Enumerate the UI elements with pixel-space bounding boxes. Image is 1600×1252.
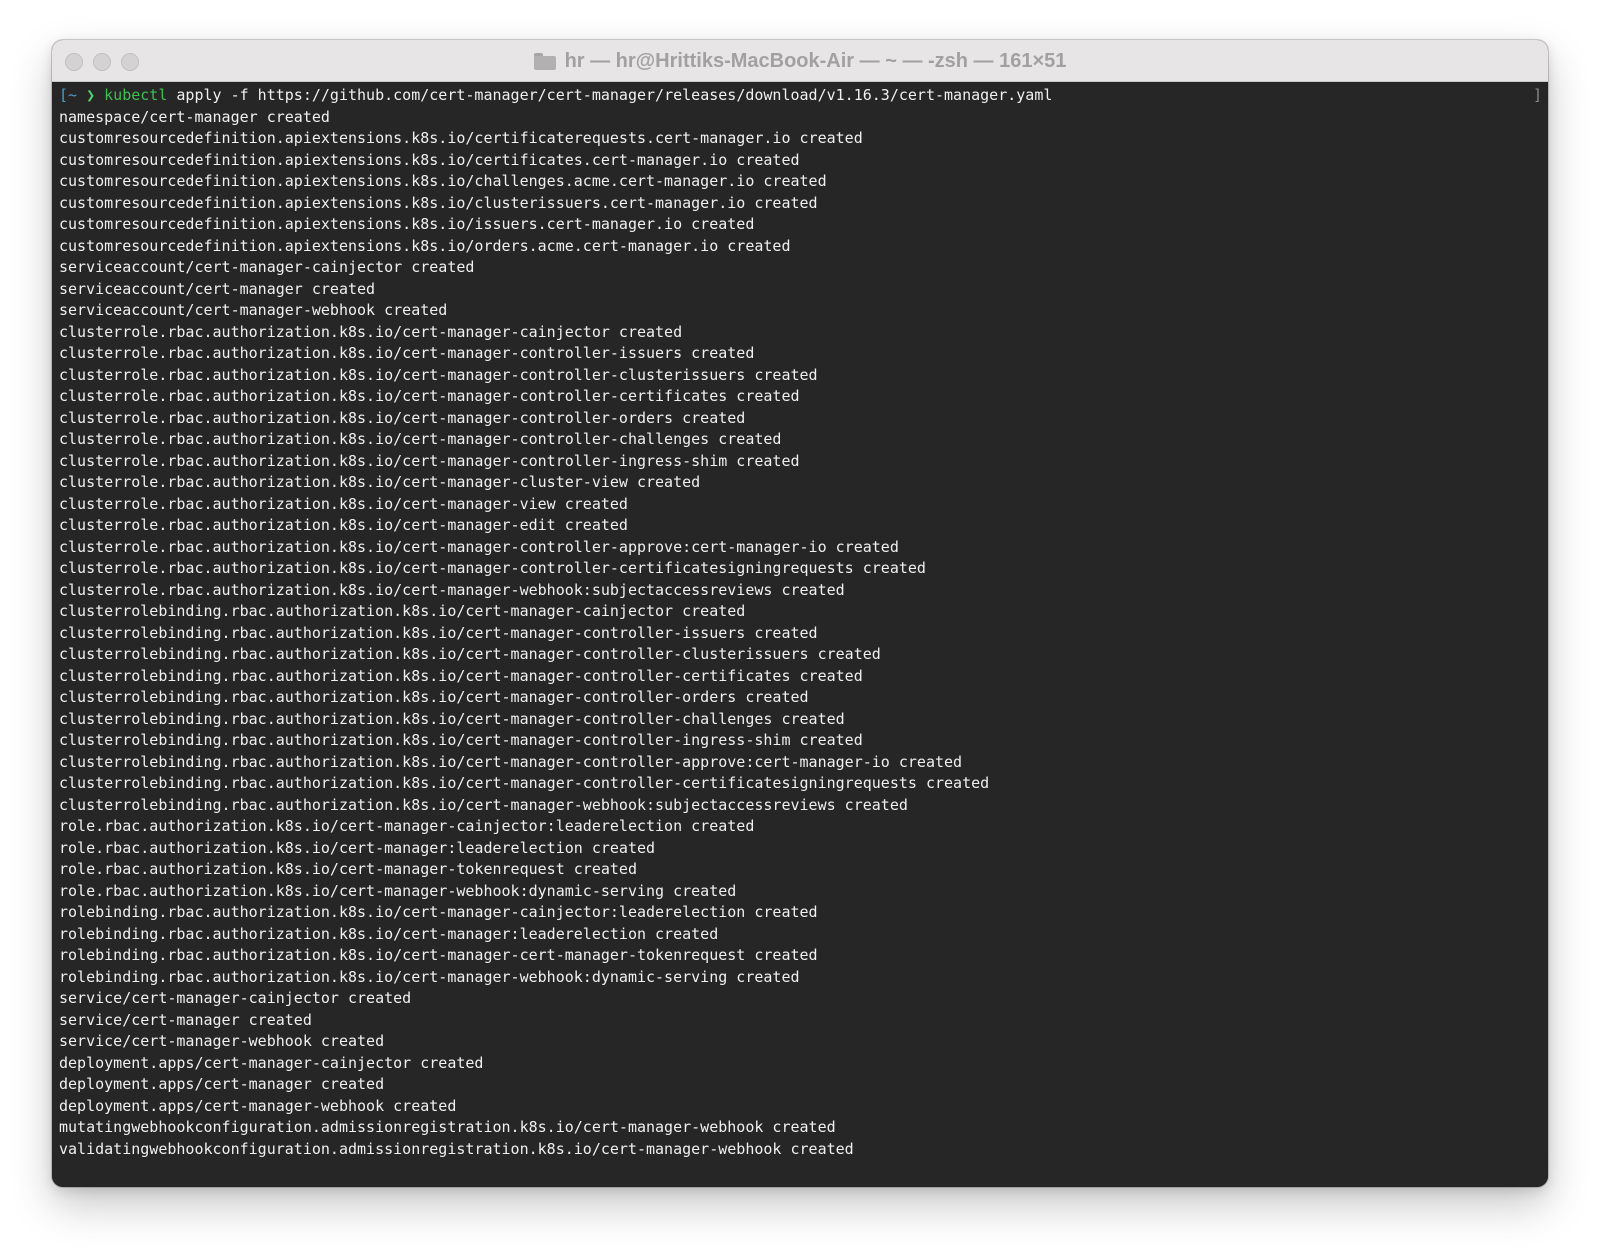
output-line: customresourcedefinition.apiextensions.k… [59,150,800,169]
output-line: deployment.apps/cert-manager-webhook cre… [59,1096,457,1115]
output-line: clusterrole.rbac.authorization.k8s.io/ce… [59,580,845,599]
output-line: role.rbac.authorization.k8s.io/cert-mana… [59,860,637,878]
output-line: clusterrole.rbac.authorization.k8s.io/ce… [59,344,755,362]
output-line: clusterrolebinding.rbac.authorization.k8… [59,688,809,706]
command-prompt-line: [~ ❯ kubectl apply -f https://github.com… [59,85,1548,107]
output-line: service/cert-manager-cainjector created [59,989,412,1007]
output-line: customresourcedefinition.apiextensions.k… [59,129,863,147]
output-line: clusterrolebinding.rbac.authorization.k8… [59,602,746,620]
output-line: clusterrole.rbac.authorization.k8s.io/ce… [59,430,782,448]
output-line: customresourcedefinition.apiextensions.k… [59,172,827,190]
output-line: clusterrolebinding.rbac.authorization.k8… [59,774,990,792]
output-line: clusterrolebinding.rbac.authorization.k8… [59,623,818,642]
terminal-output-area[interactable]: [~ ❯ kubectl apply -f https://github.com… [52,82,1548,1187]
command-output: namespace/cert-manager created customreso… [59,107,1548,1161]
command-args: apply -f https://github.com/cert-manager… [176,86,1053,104]
output-line: role.rbac.authorization.k8s.io/cert-mana… [59,881,737,900]
folder-icon [533,52,556,70]
output-line: clusterrole.rbac.authorization.k8s.io/ce… [59,408,746,427]
output-line: role.rbac.authorization.k8s.io/cert-mana… [59,817,755,835]
output-line: clusterrolebinding.rbac.authorization.k8… [59,752,963,771]
prompt-open-bracket: [ [59,86,69,104]
prompt-symbol: ❯ [86,86,96,104]
output-line: clusterrole.rbac.authorization.k8s.io/ce… [59,387,800,405]
output-line: role.rbac.authorization.k8s.io/cert-mana… [59,838,656,857]
output-line: service/cert-manager created [59,1010,312,1029]
output-line: clusterrole.rbac.authorization.k8s.io/ce… [59,365,818,384]
prompt-close-bracket: ] [1532,86,1542,104]
output-line: clusterrole.rbac.authorization.k8s.io/ce… [59,322,683,341]
output-line: serviceaccount/cert-manager-webhook crea… [59,301,448,319]
output-line: customresourcedefinition.apiextensions.k… [59,215,755,233]
output-line: clusterrolebinding.rbac.authorization.k8… [59,666,863,685]
title-bar[interactable]: hr — hr@Hrittiks-MacBook-Air — ~ — -zsh … [52,40,1548,82]
prompt-directory: ~ [68,86,78,104]
window-title-area: hr — hr@Hrittiks-MacBook-Air — ~ — -zsh … [52,40,1548,82]
output-line: deployment.apps/cert-manager-cainjector … [59,1053,484,1072]
terminal-window: hr — hr@Hrittiks-MacBook-Air — ~ — -zsh … [52,40,1548,1187]
output-line: rolebinding.rbac.authorization.k8s.io/ce… [59,924,719,943]
command-name: kubectl [104,86,168,104]
window-title: hr — hr@Hrittiks-MacBook-Air — ~ — -zsh … [564,49,1067,72]
output-line: serviceaccount/cert-manager created [59,279,376,298]
output-line: clusterrole.rbac.authorization.k8s.io/ce… [59,537,899,556]
output-line: customresourcedefinition.apiextensions.k… [59,193,818,212]
output-line: clusterrole.rbac.authorization.k8s.io/ce… [59,451,800,470]
output-line: clusterrole.rbac.authorization.k8s.io/ce… [59,516,628,534]
output-line: rolebinding.rbac.authorization.k8s.io/ce… [59,967,800,986]
output-line: clusterrolebinding.rbac.authorization.k8… [59,645,881,663]
output-line: clusterrole.rbac.authorization.k8s.io/ce… [59,494,628,513]
output-line: deployment.apps/cert-manager created [59,1075,385,1093]
output-line: rolebinding.rbac.authorization.k8s.io/ce… [59,946,818,964]
output-line: clusterrolebinding.rbac.authorization.k8… [59,795,908,814]
output-line: clusterrolebinding.rbac.authorization.k8… [59,731,863,749]
output-line: namespace/cert-manager created [59,107,330,126]
output-line: mutatingwebhookconfiguration.admissionre… [59,1118,836,1136]
output-line: clusterrolebinding.rbac.authorization.k8… [59,709,845,728]
output-line: validatingwebhookconfiguration.admission… [59,1139,854,1158]
output-line: clusterrole.rbac.authorization.k8s.io/ce… [59,473,701,491]
output-line: rolebinding.rbac.authorization.k8s.io/ce… [59,903,818,921]
output-line: service/cert-manager-webhook created [59,1032,385,1050]
output-line: clusterrole.rbac.authorization.k8s.io/ce… [59,559,926,577]
output-line: serviceaccount/cert-manager-cainjector c… [59,258,475,276]
output-line: customresourcedefinition.apiextensions.k… [59,236,791,255]
